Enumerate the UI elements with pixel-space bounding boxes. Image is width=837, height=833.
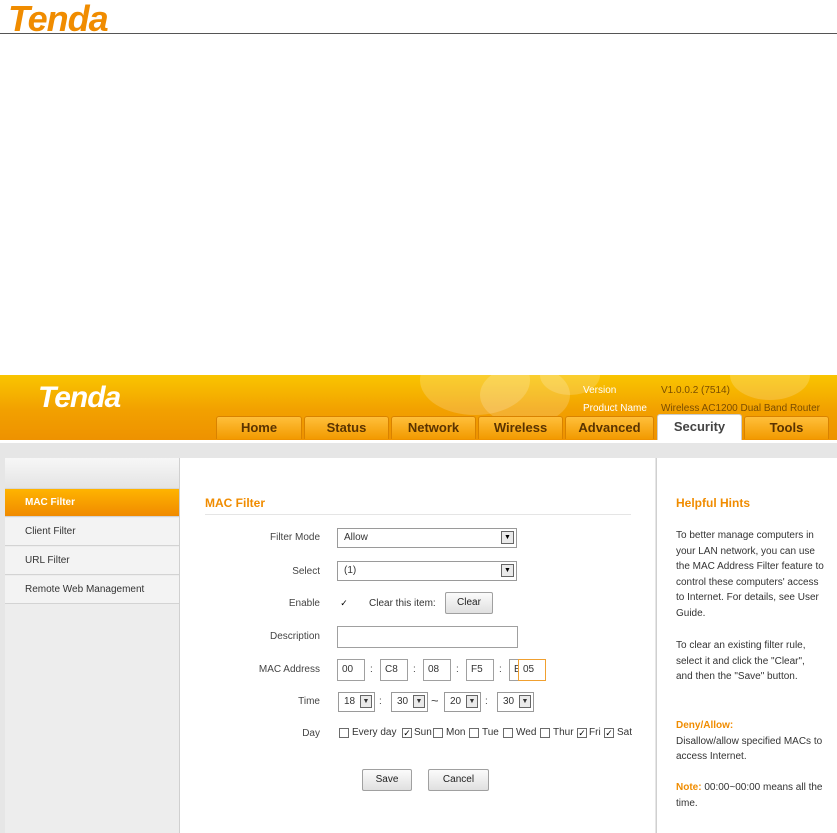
rule-select-value: (1) bbox=[344, 565, 357, 576]
tab-wireless[interactable]: Wireless bbox=[478, 416, 563, 439]
sidebar-item-url-filter[interactable]: URL Filter bbox=[5, 547, 179, 575]
sidebar-item-client-filter[interactable]: Client Filter bbox=[5, 518, 179, 546]
enable-label: Enable bbox=[288, 598, 320, 609]
clear-button[interactable]: Clear bbox=[445, 592, 493, 614]
check-icon: ✓ bbox=[605, 728, 613, 738]
deny-allow-title: Deny/Allow: bbox=[676, 720, 734, 731]
day-checkbox-sun[interactable]: ✓ bbox=[402, 728, 412, 738]
deny-allow-text: Disallow/allow specified MACs to access … bbox=[676, 735, 823, 763]
mac-separator: : bbox=[499, 664, 502, 675]
version-label: Version bbox=[583, 385, 617, 396]
hint-deny-allow: Deny/Allow: Disallow/allow specified MAC… bbox=[676, 718, 824, 765]
router-ui: Tenda Version V1.0.0.2 (7514) Product Na… bbox=[0, 375, 837, 833]
page-title: MAC Filter bbox=[205, 496, 265, 510]
day-label-sat: Sat bbox=[617, 727, 633, 738]
tab-tools[interactable]: Tools bbox=[744, 416, 829, 439]
time-start-minute-select[interactable]: 30 ▼ bbox=[391, 692, 428, 712]
mac-octet-4[interactable]: F5 bbox=[466, 659, 494, 681]
day-checkbox-every-day[interactable] bbox=[339, 728, 349, 738]
tab-security[interactable]: Security bbox=[657, 414, 742, 441]
sidebar-header bbox=[5, 458, 179, 489]
mac-octet-2[interactable]: C8 bbox=[380, 659, 408, 681]
select-label: Select bbox=[292, 566, 320, 577]
hints-title: Helpful Hints bbox=[676, 496, 750, 510]
day-label-tue: Tue bbox=[482, 727, 499, 738]
time-end-minute-value: 30 bbox=[503, 696, 515, 707]
day-checkbox-sat[interactable]: ✓ bbox=[604, 728, 614, 738]
filter-mode-select[interactable]: Allow ▼ bbox=[337, 528, 517, 548]
tab-network[interactable]: Network bbox=[391, 416, 476, 439]
description-input[interactable] bbox=[337, 626, 518, 648]
hint-paragraph-1: To better manage computers in your LAN n… bbox=[676, 530, 824, 619]
title-rule bbox=[205, 514, 631, 515]
mac-separator: : bbox=[370, 664, 373, 675]
hint-note: Note: 00:00~00:00 means all the time. bbox=[676, 780, 824, 811]
rule-select[interactable]: (1) ▼ bbox=[337, 561, 517, 581]
mac-octet-6[interactable]: 05 bbox=[518, 659, 546, 681]
time-end-minute-select[interactable]: 30 ▼ bbox=[497, 692, 534, 712]
tenda-logo: Tenda bbox=[8, 0, 109, 39]
chevron-down-icon[interactable]: ▼ bbox=[466, 695, 478, 708]
mac-separator: : bbox=[456, 664, 459, 675]
chevron-down-icon[interactable]: ▼ bbox=[413, 695, 425, 708]
day-label-mon: Mon bbox=[446, 727, 466, 738]
day-label-every-day: Every day bbox=[352, 727, 397, 738]
mac-address-label: MAC Address bbox=[258, 664, 320, 675]
hint-paragraph-2: To clear an existing filter rule, select… bbox=[676, 640, 806, 682]
day-checkbox-thur[interactable] bbox=[540, 728, 550, 738]
check-icon: ✓ bbox=[340, 598, 348, 608]
time-separator: : bbox=[485, 696, 488, 707]
product-name-label: Product Name bbox=[583, 403, 647, 414]
header-rule bbox=[0, 33, 837, 34]
chevron-down-icon[interactable]: ▼ bbox=[501, 531, 514, 544]
hints-panel: Helpful Hints To better manage computers… bbox=[656, 458, 837, 833]
mac-octet-3[interactable]: 08 bbox=[423, 659, 451, 681]
version-value: V1.0.0.2 (7514) bbox=[661, 385, 730, 396]
router-logo: Tenda bbox=[38, 381, 121, 414]
chevron-down-icon[interactable]: ▼ bbox=[519, 695, 531, 708]
sidebar: MAC Filter Client Filter URL Filter Remo… bbox=[5, 458, 180, 833]
time-start-minute-value: 30 bbox=[397, 696, 409, 707]
save-button[interactable]: Save bbox=[362, 769, 412, 791]
check-icon: ✓ bbox=[578, 728, 586, 738]
tab-home[interactable]: Home bbox=[216, 416, 302, 439]
day-checkbox-wed[interactable] bbox=[503, 728, 513, 738]
product-name-value: Wireless AC1200 Dual Band Router bbox=[661, 403, 820, 414]
note-label: Note: bbox=[676, 782, 702, 793]
day-label-fri: Fri bbox=[589, 727, 601, 738]
chevron-down-icon[interactable]: ▼ bbox=[360, 695, 372, 708]
mac-separator: : bbox=[413, 664, 416, 675]
check-icon: ✓ bbox=[403, 728, 411, 738]
day-label-thur: Thur bbox=[553, 727, 574, 738]
tab-status[interactable]: Status bbox=[304, 416, 389, 439]
clear-item-label: Clear this item: bbox=[369, 598, 436, 609]
header-divider bbox=[0, 440, 837, 443]
sidebar-item-remote-web-management[interactable]: Remote Web Management bbox=[5, 576, 179, 604]
day-label-sun: Sun bbox=[414, 727, 432, 738]
mac-octet-1[interactable]: 00 bbox=[337, 659, 365, 681]
router-header: Tenda Version V1.0.0.2 (7514) Product Na… bbox=[0, 375, 837, 441]
time-start-hour-value: 18 bbox=[344, 696, 356, 707]
time-start-hour-select[interactable]: 18 ▼ bbox=[338, 692, 375, 712]
tab-advanced[interactable]: Advanced bbox=[565, 416, 654, 439]
description-label: Description bbox=[269, 631, 320, 642]
filter-mode-label: Filter Mode bbox=[269, 532, 320, 543]
sidebar-item-mac-filter[interactable]: MAC Filter bbox=[5, 489, 179, 517]
main-panel: MAC Filter Filter Mode Allow ▼ Select (1… bbox=[180, 458, 655, 833]
day-label-wed: Wed bbox=[516, 727, 537, 738]
cancel-button[interactable]: Cancel bbox=[428, 769, 489, 791]
chevron-down-icon[interactable]: ▼ bbox=[501, 564, 514, 577]
time-end-hour-value: 20 bbox=[450, 696, 462, 707]
filter-mode-value: Allow bbox=[344, 532, 368, 543]
day-label: Day bbox=[302, 728, 320, 739]
time-label: Time bbox=[298, 696, 320, 707]
day-checkbox-tue[interactable] bbox=[469, 728, 479, 738]
day-checkbox-fri[interactable]: ✓ bbox=[577, 728, 587, 738]
day-checkbox-mon[interactable] bbox=[433, 728, 443, 738]
enable-checkbox[interactable]: ✓ bbox=[339, 599, 349, 609]
time-end-hour-select[interactable]: 20 ▼ bbox=[444, 692, 481, 712]
time-range-tilde: ~ bbox=[431, 693, 439, 708]
time-separator: : bbox=[379, 696, 382, 707]
